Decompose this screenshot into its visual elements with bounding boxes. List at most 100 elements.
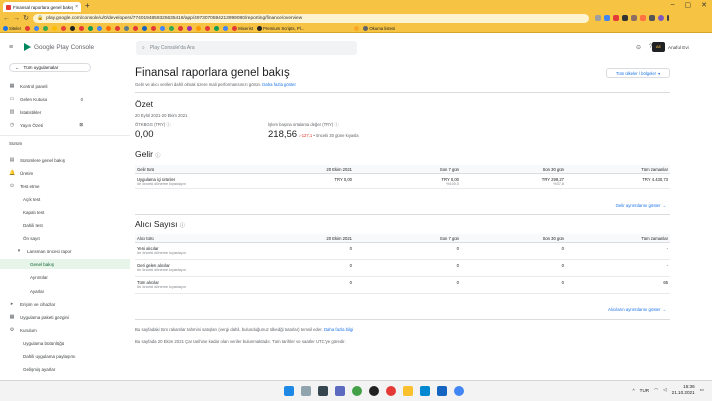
tray-chevron-icon[interactable]: ^ — [632, 388, 634, 393]
bookmark[interactable] — [61, 25, 67, 31]
extension-icon[interactable] — [622, 15, 628, 21]
bookmark[interactable] — [223, 25, 229, 31]
bookmark[interactable] — [187, 25, 193, 31]
bookmark[interactable] — [214, 25, 220, 31]
bookmark-premium-scripts[interactable]: Premium Scripts, Pl... — [257, 25, 304, 31]
sidebar-item-open-test[interactable]: Açık test — [0, 195, 130, 203]
sidebar-item-production[interactable]: 🔔 Üretim — [0, 169, 130, 177]
file-explorer-icon[interactable] — [403, 386, 413, 396]
bookmark[interactable] — [43, 25, 49, 31]
notification-icon[interactable]: ▭ — [700, 387, 704, 393]
search-icon[interactable] — [301, 386, 311, 396]
sidebar-item-prelaunch-settings[interactable]: Ayarlar — [0, 287, 130, 295]
info-icon[interactable]: ⓘ — [155, 153, 160, 159]
all-apps-button[interactable]: ← Tüm uygulamalar — [9, 63, 91, 72]
back-icon[interactable]: ← — [3, 15, 10, 22]
bookmark-mixerist[interactable]: Mixerist — [232, 25, 253, 31]
extension-icon[interactable] — [604, 15, 610, 21]
search-input[interactable]: ⌕ Play Console'da Ara — [136, 41, 357, 55]
chrome-icon[interactable] — [454, 386, 464, 396]
sidebar-item-reach-devices[interactable]: ▸ Erişim ve cihazlar — [0, 300, 130, 308]
play-console-logo[interactable]: Google Play Console — [24, 43, 94, 51]
network-icon[interactable]: ◠ — [654, 387, 658, 393]
bookmark[interactable] — [79, 25, 85, 31]
more-info-link[interactable]: Daha fazla bilgi — [324, 327, 353, 332]
sidebar-item-publishing[interactable]: ◷ Yayın Özeti ⊠ — [0, 121, 130, 129]
learn-more-link[interactable]: Daha fazla göster — [262, 82, 296, 87]
sidebar-item-dashboard[interactable]: ▦ Kontrol paneli — [0, 82, 130, 90]
revenue-details-link[interactable]: Gelir ayrıntılarını göster → — [616, 203, 666, 208]
windows-start-icon[interactable] — [284, 386, 294, 396]
sidebar-item-internal-sharing[interactable]: Dahili uygulama paylaşımı — [0, 352, 130, 360]
extension-icon[interactable] — [640, 15, 646, 21]
bookmark[interactable] — [178, 25, 184, 31]
bookmark[interactable] — [34, 25, 40, 31]
address-bar[interactable]: 🔒 play.google.com/console/u/0/developers… — [33, 13, 589, 23]
edge-icon[interactable] — [420, 386, 430, 396]
extension-icon[interactable] — [631, 15, 637, 21]
puzzle-icon[interactable] — [649, 15, 655, 21]
bookmark[interactable] — [169, 25, 175, 31]
sidebar-item-inbox[interactable]: ▭ Gelen Kutusu 0 — [0, 95, 130, 103]
sidebar-item-advanced-settings[interactable]: Gelişmiş ayarlar — [0, 365, 130, 373]
bookmark[interactable] — [52, 25, 58, 31]
sidebar-item-internal-test[interactable]: Dahili test — [0, 221, 130, 229]
bookmark[interactable] — [70, 25, 76, 31]
sidebar-item-release-overview[interactable]: ▤ Sürümlere genel bakış — [0, 156, 130, 164]
extension-icon[interactable] — [613, 15, 619, 21]
bookmark[interactable] — [205, 25, 211, 31]
browser-tab[interactable]: Finansal raporlara genel bakış | Y × — [3, 2, 81, 12]
app-icon[interactable] — [386, 386, 396, 396]
sidebar-item-closed-test[interactable]: Kapalı test — [0, 208, 130, 216]
bookmark[interactable] — [115, 25, 121, 31]
forward-icon[interactable]: → — [13, 15, 20, 22]
minimize-icon[interactable]: – — [671, 1, 675, 9]
sidebar-item-app-integrity[interactable]: Uygulama bütünlüğü — [0, 339, 130, 347]
close-window-icon[interactable]: ✕ — [701, 1, 707, 9]
sidebar-item-statistics[interactable]: ▥ İstatistikler — [0, 108, 130, 116]
bookmark[interactable] — [196, 25, 202, 31]
sidebar-item-pre-registration[interactable]: Ön sayıt — [0, 234, 130, 242]
bookmark[interactable] — [124, 25, 130, 31]
sidebar-item-prelaunch-overview[interactable]: Genel bakış — [0, 259, 130, 269]
reading-list[interactable]: Okuma listesi — [363, 25, 395, 31]
bookmark[interactable] — [151, 25, 157, 31]
clock[interactable]: 15:36 21.10.2021 — [672, 384, 695, 396]
hamburger-menu-icon[interactable]: ≡ — [9, 44, 13, 51]
profile-avatar-icon[interactable] — [658, 15, 664, 21]
bookmark[interactable] — [88, 25, 94, 31]
reload-icon[interactable]: ↻ — [23, 14, 29, 22]
task-view-icon[interactable] — [318, 386, 328, 396]
bookmark[interactable] — [160, 25, 166, 31]
extension-icon[interactable] — [595, 15, 601, 21]
store-icon[interactable] — [437, 386, 447, 396]
table-row: Tüm alıcılar ön önceki döneme kıyaslayın… — [135, 277, 670, 294]
chrome-icon[interactable] — [352, 386, 362, 396]
maximize-icon[interactable]: ▢ — [685, 1, 692, 9]
sidebar-item-pre-launch-report[interactable]: ▾ Lansman öncesi rapor — [0, 247, 130, 255]
sidebar-item-testing[interactable]: ⊙ Test etme — [0, 182, 130, 190]
bookmark[interactable] — [133, 25, 139, 31]
info-icon[interactable]: ⓘ — [180, 223, 185, 229]
bookmark-apps[interactable]: Siteler — [3, 25, 21, 31]
app-icon[interactable] — [369, 386, 379, 396]
widgets-icon[interactable] — [335, 386, 345, 396]
account-switcher[interactable]: AE Anaful Evi — [652, 42, 689, 52]
country-select-button[interactable]: Tüm ülkeler / bölgeler ▾ — [606, 68, 670, 78]
language-indicator[interactable]: TUR — [640, 388, 649, 393]
bookmark[interactable] — [142, 25, 148, 31]
buyers-details-link[interactable]: Alıcıların ayrıntılarını göster → — [608, 307, 666, 312]
column-header: Alıcı türü — [137, 236, 154, 241]
volume-icon[interactable]: ◁ — [663, 387, 667, 393]
sidebar-item-prelaunch-details[interactable]: Ayrıntılar — [0, 273, 130, 281]
new-tab-button[interactable]: + — [85, 2, 90, 10]
bookmark[interactable] — [97, 25, 103, 31]
sidebar-item-setup[interactable]: ⚙ Kurulum — [0, 326, 130, 334]
link-icon[interactable]: ⊝ — [636, 44, 641, 51]
menu-icon[interactable] — [667, 15, 669, 21]
sidebar-item-bundle-explorer[interactable]: ▦ Uygulama paketi gezgini — [0, 313, 130, 321]
close-tab-icon[interactable]: × — [75, 4, 78, 10]
bookmark[interactable] — [25, 25, 31, 31]
bookmark-folder[interactable] — [354, 25, 360, 31]
bookmark[interactable] — [106, 25, 112, 31]
